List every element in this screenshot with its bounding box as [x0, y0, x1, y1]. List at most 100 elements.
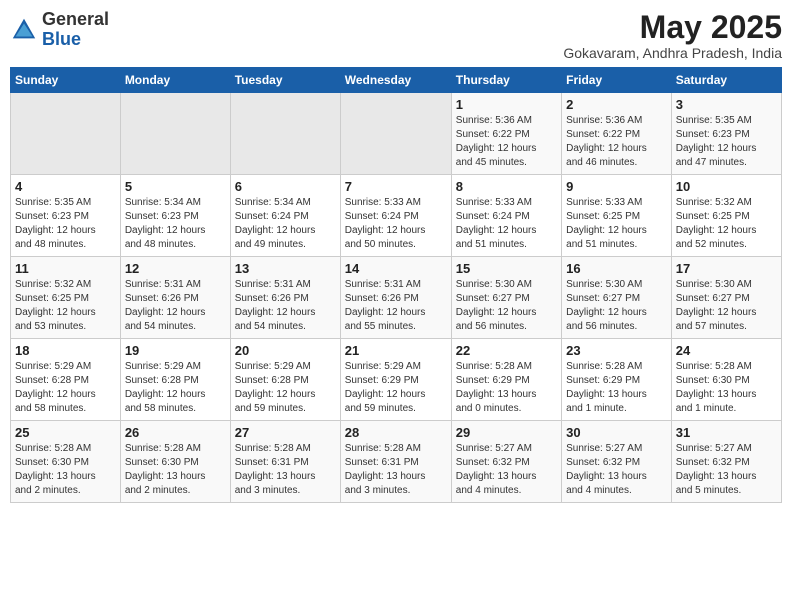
day-number: 30 — [566, 425, 667, 440]
calendar-cell: 30 Sunrise: 5:27 AM Sunset: 6:32 PM Dayli… — [562, 421, 672, 503]
day-info: Sunrise: 5:35 AM Sunset: 6:23 PM Dayligh… — [15, 196, 116, 252]
day-info: Sunrise: 5:30 AM Sunset: 6:27 PM Dayligh… — [456, 278, 557, 334]
calendar-cell: 29 Sunrise: 5:27 AM Sunset: 6:32 PM Dayli… — [451, 421, 561, 503]
calendar-cell: 12 Sunrise: 5:31 AM Sunset: 6:26 PM Dayli… — [120, 257, 230, 339]
day-info: Sunrise: 5:28 AM Sunset: 6:30 PM Dayligh… — [125, 442, 226, 498]
day-info: Sunrise: 5:29 AM Sunset: 6:28 PM Dayligh… — [235, 360, 336, 416]
day-number: 12 — [125, 261, 226, 276]
week-row-4: 18 Sunrise: 5:29 AM Sunset: 6:28 PM Dayli… — [11, 339, 782, 421]
day-number: 22 — [456, 343, 557, 358]
day-number: 27 — [235, 425, 336, 440]
calendar-cell: 3 Sunrise: 5:35 AM Sunset: 6:23 PM Daylig… — [671, 93, 781, 175]
day-info: Sunrise: 5:30 AM Sunset: 6:27 PM Dayligh… — [676, 278, 777, 334]
day-number: 31 — [676, 425, 777, 440]
calendar-cell: 6 Sunrise: 5:34 AM Sunset: 6:24 PM Daylig… — [230, 175, 340, 257]
day-number: 10 — [676, 179, 777, 194]
weekday-header-row: SundayMondayTuesdayWednesdayThursdayFrid… — [11, 68, 782, 93]
day-number: 9 — [566, 179, 667, 194]
calendar-cell: 21 Sunrise: 5:29 AM Sunset: 6:29 PM Dayli… — [340, 339, 451, 421]
weekday-header-tuesday: Tuesday — [230, 68, 340, 93]
calendar-table: SundayMondayTuesdayWednesdayThursdayFrid… — [10, 67, 782, 503]
day-info: Sunrise: 5:27 AM Sunset: 6:32 PM Dayligh… — [676, 442, 777, 498]
day-info: Sunrise: 5:31 AM Sunset: 6:26 PM Dayligh… — [125, 278, 226, 334]
calendar-cell — [120, 93, 230, 175]
calendar-cell: 1 Sunrise: 5:36 AM Sunset: 6:22 PM Daylig… — [451, 93, 561, 175]
calendar-cell: 18 Sunrise: 5:29 AM Sunset: 6:28 PM Dayli… — [11, 339, 121, 421]
day-number: 6 — [235, 179, 336, 194]
day-number: 5 — [125, 179, 226, 194]
calendar-cell — [340, 93, 451, 175]
day-info: Sunrise: 5:35 AM Sunset: 6:23 PM Dayligh… — [676, 114, 777, 170]
day-info: Sunrise: 5:31 AM Sunset: 6:26 PM Dayligh… — [345, 278, 447, 334]
day-info: Sunrise: 5:28 AM Sunset: 6:31 PM Dayligh… — [345, 442, 447, 498]
weekday-header-monday: Monday — [120, 68, 230, 93]
calendar-cell: 11 Sunrise: 5:32 AM Sunset: 6:25 PM Dayli… — [11, 257, 121, 339]
week-row-1: 1 Sunrise: 5:36 AM Sunset: 6:22 PM Daylig… — [11, 93, 782, 175]
day-info: Sunrise: 5:29 AM Sunset: 6:28 PM Dayligh… — [15, 360, 116, 416]
calendar-cell: 10 Sunrise: 5:32 AM Sunset: 6:25 PM Dayli… — [671, 175, 781, 257]
day-number: 28 — [345, 425, 447, 440]
page-header: General Blue May 2025 Gokavaram, Andhra … — [10, 10, 782, 61]
calendar-cell: 28 Sunrise: 5:28 AM Sunset: 6:31 PM Dayli… — [340, 421, 451, 503]
day-number: 8 — [456, 179, 557, 194]
weekday-header-friday: Friday — [562, 68, 672, 93]
day-info: Sunrise: 5:34 AM Sunset: 6:24 PM Dayligh… — [235, 196, 336, 252]
week-row-2: 4Sunrise: 5:35 AM Sunset: 6:23 PM Daylig… — [11, 175, 782, 257]
day-number: 19 — [125, 343, 226, 358]
day-number: 17 — [676, 261, 777, 276]
calendar-cell: 7 Sunrise: 5:33 AM Sunset: 6:24 PM Daylig… — [340, 175, 451, 257]
calendar-subtitle: Gokavaram, Andhra Pradesh, India — [563, 45, 782, 61]
day-number: 11 — [15, 261, 116, 276]
week-row-3: 11 Sunrise: 5:32 AM Sunset: 6:25 PM Dayli… — [11, 257, 782, 339]
logo: General Blue — [10, 10, 109, 50]
day-info: Sunrise: 5:31 AM Sunset: 6:26 PM Dayligh… — [235, 278, 336, 334]
day-number: 2 — [566, 97, 667, 112]
day-number: 13 — [235, 261, 336, 276]
weekday-header-wednesday: Wednesday — [340, 68, 451, 93]
day-info: Sunrise: 5:29 AM Sunset: 6:29 PM Dayligh… — [345, 360, 447, 416]
day-info: Sunrise: 5:27 AM Sunset: 6:32 PM Dayligh… — [566, 442, 667, 498]
day-number: 24 — [676, 343, 777, 358]
week-row-5: 25Sunrise: 5:28 AM Sunset: 6:30 PM Dayli… — [11, 421, 782, 503]
day-number: 1 — [456, 97, 557, 112]
day-info: Sunrise: 5:29 AM Sunset: 6:28 PM Dayligh… — [125, 360, 226, 416]
calendar-cell — [11, 93, 121, 175]
calendar-cell: 27 Sunrise: 5:28 AM Sunset: 6:31 PM Dayli… — [230, 421, 340, 503]
day-number: 7 — [345, 179, 447, 194]
day-number: 29 — [456, 425, 557, 440]
day-info: Sunrise: 5:33 AM Sunset: 6:25 PM Dayligh… — [566, 196, 667, 252]
day-info: Sunrise: 5:32 AM Sunset: 6:25 PM Dayligh… — [676, 196, 777, 252]
day-number: 14 — [345, 261, 447, 276]
calendar-cell: 14 Sunrise: 5:31 AM Sunset: 6:26 PM Dayli… — [340, 257, 451, 339]
day-number: 15 — [456, 261, 557, 276]
weekday-header-saturday: Saturday — [671, 68, 781, 93]
day-info: Sunrise: 5:28 AM Sunset: 6:30 PM Dayligh… — [15, 442, 116, 498]
day-info: Sunrise: 5:34 AM Sunset: 6:23 PM Dayligh… — [125, 196, 226, 252]
day-number: 16 — [566, 261, 667, 276]
calendar-cell: 26Sunrise: 5:28 AM Sunset: 6:30 PM Dayli… — [120, 421, 230, 503]
day-info: Sunrise: 5:27 AM Sunset: 6:32 PM Dayligh… — [456, 442, 557, 498]
logo-text: General Blue — [42, 10, 109, 50]
calendar-cell: 9 Sunrise: 5:33 AM Sunset: 6:25 PM Daylig… — [562, 175, 672, 257]
day-info: Sunrise: 5:28 AM Sunset: 6:29 PM Dayligh… — [566, 360, 667, 416]
day-number: 21 — [345, 343, 447, 358]
day-info: Sunrise: 5:32 AM Sunset: 6:25 PM Dayligh… — [15, 278, 116, 334]
day-info: Sunrise: 5:36 AM Sunset: 6:22 PM Dayligh… — [566, 114, 667, 170]
calendar-cell: 15 Sunrise: 5:30 AM Sunset: 6:27 PM Dayli… — [451, 257, 561, 339]
calendar-cell: 16 Sunrise: 5:30 AM Sunset: 6:27 PM Dayli… — [562, 257, 672, 339]
logo-icon — [10, 16, 38, 44]
calendar-cell: 4Sunrise: 5:35 AM Sunset: 6:23 PM Daylig… — [11, 175, 121, 257]
calendar-cell: 25Sunrise: 5:28 AM Sunset: 6:30 PM Dayli… — [11, 421, 121, 503]
calendar-cell: 23Sunrise: 5:28 AM Sunset: 6:29 PM Dayli… — [562, 339, 672, 421]
day-info: Sunrise: 5:36 AM Sunset: 6:22 PM Dayligh… — [456, 114, 557, 170]
day-number: 18 — [15, 343, 116, 358]
calendar-cell — [230, 93, 340, 175]
logo-general: General — [42, 9, 109, 29]
day-number: 3 — [676, 97, 777, 112]
weekday-header-sunday: Sunday — [11, 68, 121, 93]
day-info: Sunrise: 5:30 AM Sunset: 6:27 PM Dayligh… — [566, 278, 667, 334]
calendar-cell: 5 Sunrise: 5:34 AM Sunset: 6:23 PM Daylig… — [120, 175, 230, 257]
day-info: Sunrise: 5:28 AM Sunset: 6:31 PM Dayligh… — [235, 442, 336, 498]
day-info: Sunrise: 5:28 AM Sunset: 6:30 PM Dayligh… — [676, 360, 777, 416]
day-info: Sunrise: 5:33 AM Sunset: 6:24 PM Dayligh… — [345, 196, 447, 252]
